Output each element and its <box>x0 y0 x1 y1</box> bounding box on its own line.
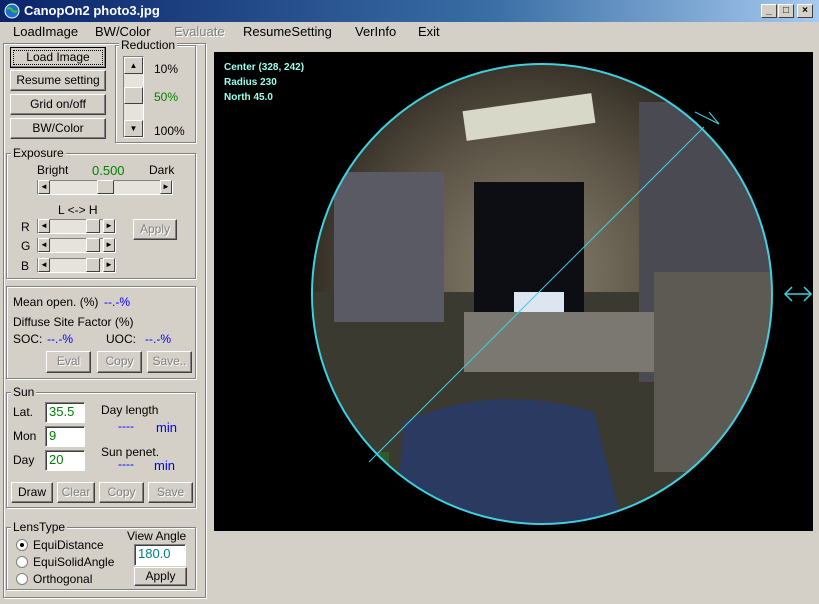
lat-input[interactable]: 35.5 <box>45 402 85 423</box>
day-length-value: ---- <box>118 419 134 433</box>
r-left-arrow[interactable]: ◄ <box>38 219 50 233</box>
sun-save-button[interactable]: Save <box>148 482 193 503</box>
radio-selected-dot <box>20 543 24 547</box>
b-right-arrow[interactable]: ► <box>103 258 115 272</box>
uoc-value: --.-% <box>145 332 171 346</box>
lens-type-label: LensType <box>11 520 68 534</box>
day-label: Day <box>13 453 35 467</box>
menu-exit[interactable]: Exit <box>418 24 440 39</box>
exposure-right-arrow[interactable]: ► <box>160 180 172 194</box>
results-save-button[interactable]: Save.. <box>147 351 192 373</box>
reduction-down-button[interactable]: ▼ <box>124 120 143 137</box>
sun-copy-button[interactable]: Copy <box>99 482 144 503</box>
r-label: R <box>21 220 30 234</box>
exposure-thumb[interactable] <box>97 180 114 194</box>
soc-label: SOC: <box>13 332 43 346</box>
exposure-apply-button[interactable]: Apply <box>133 219 177 240</box>
dark-label: Dark <box>149 163 175 177</box>
equisolidangle-radio[interactable] <box>16 556 28 568</box>
north-readout: North 45.0 <box>224 92 273 103</box>
equisolidangle-label: EquiSolidAngle <box>33 555 115 569</box>
reduction-label: Reduction <box>119 38 178 52</box>
results-copy-button[interactable]: Copy <box>97 351 142 373</box>
g-right-arrow[interactable]: ► <box>103 238 115 252</box>
minimize-button[interactable]: _ <box>761 4 777 18</box>
sun-clear-button[interactable]: Clear <box>57 482 95 503</box>
menu-verinfo[interactable]: VerInfo <box>355 24 396 39</box>
day-length-label: Day length <box>101 403 159 417</box>
resize-arrow-icon[interactable] <box>782 284 814 304</box>
lh-label: L <-> H <box>58 203 98 217</box>
orthogonal-label: Orthogonal <box>33 572 93 586</box>
day-input[interactable]: 20 <box>45 450 85 471</box>
maximize-button[interactable]: □ <box>778 4 794 18</box>
image-viewport[interactable]: Center (328, 242) Radius 230 North 45.0 <box>214 52 813 531</box>
lat-label: Lat. <box>13 405 34 419</box>
resume-setting-button[interactable]: Resume setting <box>10 70 106 91</box>
eval-button[interactable]: Eval <box>46 351 91 373</box>
grid-toggle-button[interactable]: Grid on/off <box>10 94 106 115</box>
dsf-label: Diffuse Site Factor (%) <box>13 315 134 329</box>
menu-bwcolor[interactable]: BW/Color <box>95 24 151 39</box>
b-thumb[interactable] <box>86 258 100 272</box>
mon-input[interactable]: 9 <box>45 426 85 447</box>
draw-button[interactable]: Draw <box>11 482 53 503</box>
reduction-option-10: 10% <box>154 62 179 76</box>
uoc-label: UOC: <box>106 332 136 346</box>
g-thumb[interactable] <box>86 238 100 252</box>
g-label: G <box>21 239 31 253</box>
bright-label: Bright <box>37 163 69 177</box>
reduction-option-50: 50% <box>154 90 179 104</box>
fisheye-photo <box>311 63 773 525</box>
menu-loadimage[interactable]: LoadImage <box>13 24 78 39</box>
mean-open-value: --.-% <box>104 295 130 309</box>
equidistance-label: EquiDistance <box>33 538 104 552</box>
close-button[interactable]: × <box>797 4 813 18</box>
reduction-thumb[interactable] <box>124 87 143 104</box>
day-length-unit: min <box>156 420 177 435</box>
menu-resumesetting[interactable]: ResumeSetting <box>243 24 332 39</box>
radius-readout: Radius 230 <box>224 77 277 88</box>
bw-color-button[interactable]: BW/Color <box>10 118 106 139</box>
mean-open-label: Mean open. (%) <box>13 295 99 309</box>
menu-evaluate[interactable]: Evaluate <box>174 24 225 39</box>
sun-penet-value: ---- <box>118 457 134 471</box>
window-title: CanopOn2 photo3.jpg <box>24 3 160 18</box>
load-image-button[interactable]: Load Image <box>10 47 106 68</box>
view-angle-apply-button[interactable]: Apply <box>134 567 187 586</box>
mon-label: Mon <box>13 429 37 443</box>
r-thumb[interactable] <box>86 219 100 233</box>
title-bar[interactable]: CanopOn2 photo3.jpg _ □ × <box>0 0 819 22</box>
app-globe-icon <box>4 3 20 19</box>
b-left-arrow[interactable]: ◄ <box>38 258 50 272</box>
soc-value: --.-% <box>47 332 73 346</box>
reduction-option-100: 100% <box>154 124 185 138</box>
orthogonal-radio[interactable] <box>16 573 28 585</box>
view-angle-label: View Angle <box>127 529 187 543</box>
exposure-label: Exposure <box>11 146 66 160</box>
view-angle-input[interactable]: 180.0 <box>134 544 186 566</box>
exposure-value: 0.500 <box>92 163 125 178</box>
r-right-arrow[interactable]: ► <box>103 219 115 233</box>
reduction-up-button[interactable]: ▲ <box>124 57 143 74</box>
g-left-arrow[interactable]: ◄ <box>38 238 50 252</box>
b-label: B <box>21 259 30 273</box>
center-readout: Center (328, 242) <box>224 62 305 73</box>
sun-label: Sun <box>11 385 37 399</box>
sun-penet-unit: min <box>154 458 175 473</box>
exposure-left-arrow[interactable]: ◄ <box>38 180 50 194</box>
equidistance-radio[interactable] <box>16 539 28 551</box>
